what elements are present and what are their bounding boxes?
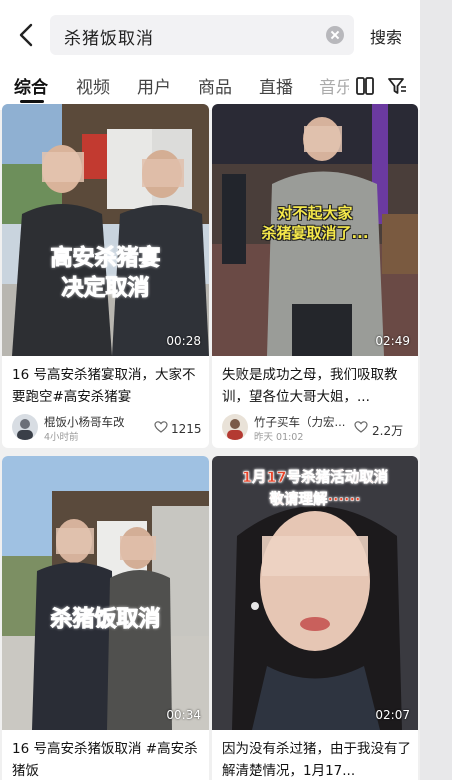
author-name[interactable]: 竹子买车（力宏... [254, 414, 345, 430]
tab-video[interactable]: 视频 [76, 73, 110, 98]
video-thumbnail[interactable]: 杀猪饭取消 00:34 [2, 456, 209, 730]
like-count: 1215 [171, 422, 202, 436]
clear-icon[interactable] [326, 26, 344, 44]
video-title[interactable]: 失败是成功之母，我们吸取教训，望各位大哥大姐，... [222, 364, 412, 408]
overlay-caption: 杀猪饭取消 [50, 607, 161, 633]
tab-music[interactable]: 音乐 [319, 73, 349, 98]
video-duration: 02:07 [375, 708, 410, 722]
video-duration: 00:28 [166, 334, 201, 348]
author-row[interactable]: 竹子买车（力宏... 昨天 01:02 2.2万 [222, 414, 412, 443]
search-query: 杀猪饭取消 [64, 29, 154, 49]
filter-icon[interactable] [387, 76, 407, 96]
avatar[interactable] [222, 414, 248, 440]
post-time: 昨天 01:02 [254, 432, 304, 443]
search-button[interactable]: 搜索 [370, 24, 402, 48]
tab-all[interactable]: 综合 [14, 73, 48, 98]
video-card[interactable]: 高安杀猪宴 决定取消 00:28 16 号高安杀猪宴取消，大家不要跑空#高安杀猪… [2, 104, 209, 448]
overlay-caption: 对不起大家 [277, 204, 353, 222]
video-title[interactable]: 16 号高安杀猪宴取消，大家不要跑空#高安杀猪宴 [12, 364, 200, 408]
like-count: 2.2万 [372, 424, 404, 438]
video-thumbnail[interactable]: 1月17号杀猪活动取消 敬请理解······ 02:07 [212, 456, 418, 730]
overlay-caption: 1月17号杀猪活动取消 [241, 470, 389, 487]
video-duration: 00:34 [166, 708, 201, 722]
overlay-caption: 决定取消 [61, 276, 150, 302]
video-duration: 02:49 [375, 334, 410, 348]
video-thumbnail[interactable]: 高安杀猪宴 决定取消 00:28 [2, 104, 209, 356]
search-input[interactable]: 杀猪饭取消 [50, 15, 354, 55]
overlay-caption: 杀猪宴取消了... [261, 224, 369, 242]
result-tabs: 综合 视频 用户 商品 直播 音乐 [0, 70, 420, 106]
tab-users[interactable]: 用户 [137, 73, 171, 98]
back-button[interactable] [12, 20, 42, 50]
video-card[interactable]: 1月17号杀猪活动取消 敬请理解······ 02:07 因为没有杀过猪，由于我… [212, 456, 418, 780]
video-card[interactable]: 对不起大家 杀猪宴取消了... 02:49 失败是成功之母，我们吸取教训，望各位… [212, 104, 418, 448]
video-card[interactable]: 杀猪饭取消 00:34 16 号高安杀猪饭取消 #高安杀猪饭 [2, 456, 209, 780]
post-time: 4小时前 [44, 432, 79, 443]
side-strip [420, 0, 452, 780]
tab-live[interactable]: 直播 [259, 73, 293, 98]
thumbnail-image [2, 456, 209, 730]
chevron-left-icon [19, 23, 33, 47]
heart-icon[interactable] [154, 420, 168, 434]
video-title[interactable]: 16 号高安杀猪饭取消 #高安杀猪饭 [12, 738, 204, 780]
active-tab-indicator [20, 100, 44, 103]
heart-icon[interactable] [354, 420, 368, 434]
overlay-caption: 敬请理解······ [269, 492, 361, 509]
video-thumbnail[interactable]: 对不起大家 杀猪宴取消了... 02:49 [212, 104, 418, 356]
tab-products[interactable]: 商品 [198, 73, 232, 98]
search-results-page: 杀猪饭取消 搜索 综合 视频 用户 商品 直播 音乐 高安杀猪宴 决定取消 00… [0, 0, 452, 780]
author-row[interactable]: 棍饭小杨哥车改 4小时前 1215 [12, 414, 202, 443]
thumbnail-image [2, 104, 209, 356]
author-name[interactable]: 棍饭小杨哥车改 [44, 414, 125, 430]
avatar[interactable] [12, 414, 38, 440]
overlay-caption: 高安杀猪宴 [50, 246, 161, 272]
search-header: 杀猪饭取消 搜索 综合 视频 用户 商品 直播 音乐 [0, 0, 420, 110]
video-title[interactable]: 因为没有杀过猪，由于我没有了解清楚情况，1月17... [222, 738, 414, 780]
grid-view-icon[interactable] [356, 77, 374, 95]
